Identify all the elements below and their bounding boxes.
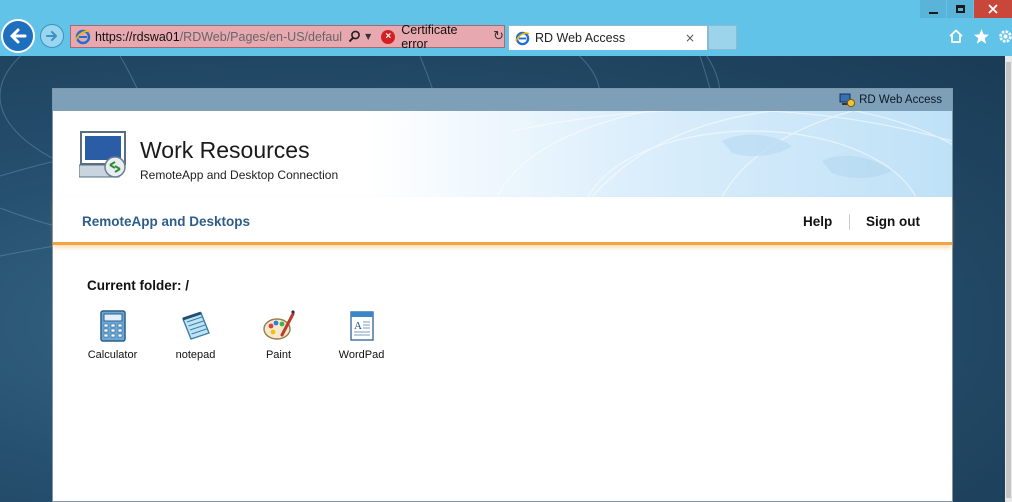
panel-top-bar: RD Web Access [53,89,952,111]
minimize-button[interactable] [920,0,946,18]
certificate-error-button[interactable]: × Certificate error [381,23,487,51]
browser-chrome: https://rdswa01/RDWeb/Pages/en-US/defaul… [0,0,1012,56]
refresh-icon[interactable]: ↻ [493,29,504,44]
app-wordpad[interactable]: A WordPad [320,309,403,361]
address-dropdown-icon[interactable]: ▼ [365,32,371,41]
nav-remoteapp-desktops-link[interactable]: RemoteApp and Desktops [82,214,250,229]
back-button[interactable] [1,19,35,53]
app-label: Paint [265,349,292,361]
wordpad-icon: A [349,311,374,341]
minimize-icon [928,12,938,14]
app-notepad[interactable]: notepad [154,309,237,361]
help-link[interactable]: Help [803,214,832,229]
new-tab-button[interactable] [708,25,737,50]
notepad-icon [181,311,210,340]
banner-globe-graphic [496,111,952,197]
address-bar[interactable]: https://rdswa01/RDWeb/Pages/en-US/defaul… [70,23,505,51]
app-label: Calculator [87,349,138,361]
rd-web-access-icon [839,93,856,108]
address-url[interactable]: https://rdswa01/RDWeb/Pages/en-US/defaul… [95,30,342,44]
page-title: Work Resources [140,137,310,163]
scrollbar-thumb[interactable] [1006,62,1011,498]
app-paint[interactable]: Paint [237,309,320,361]
paint-icon [262,309,295,340]
app-list: Calculator notepad Paint A WordPad [71,309,403,361]
restore-icon [955,5,965,13]
favorites-star-icon[interactable] [971,26,991,46]
gear-icon[interactable] [995,26,1012,46]
rd-web-panel: RD Web Access Work Resources RemoteApp a… [52,88,953,502]
app-label: WordPad [338,349,385,361]
remote-desktop-logo-icon [79,131,126,178]
address-host: https://rdswa01 [94,29,180,44]
panel-top-label: RD Web Access [859,94,942,106]
close-button[interactable] [974,0,1012,18]
address-path: /RDWeb/Pages/en-US/default.a [179,29,343,44]
panel-nav-bar: RemoteApp and Desktops Help Sign out [53,197,952,245]
calculator-icon [99,310,126,342]
tab-rd-web-access[interactable]: RD Web Access × [508,25,708,50]
maximize-button[interactable] [947,0,973,18]
current-folder-label: Current folder: / [87,278,190,293]
vertical-scrollbar[interactable] [1005,56,1012,502]
home-icon[interactable] [946,26,966,46]
certificate-error-label: Certificate error [401,22,458,51]
svg-text:A: A [354,320,362,332]
ie-tab-icon [513,29,531,47]
app-calculator[interactable]: Calculator [71,309,154,361]
forward-arrow-icon [46,31,57,41]
ie-logo-icon [73,27,93,47]
forward-button[interactable] [40,24,64,48]
back-arrow-icon [10,28,27,44]
panel-banner: Work Resources RemoteApp and Desktop Con… [53,111,952,197]
tab-title: RD Web Access [535,31,626,45]
nav-divider [849,214,850,230]
search-icon[interactable] [346,29,362,45]
error-x-icon: × [381,29,396,44]
page-subtitle: RemoteApp and Desktop Connection [140,168,339,182]
tab-close-icon[interactable]: × [685,31,695,45]
close-icon [988,4,998,14]
app-label: notepad [175,349,216,361]
sign-out-link[interactable]: Sign out [866,214,920,229]
